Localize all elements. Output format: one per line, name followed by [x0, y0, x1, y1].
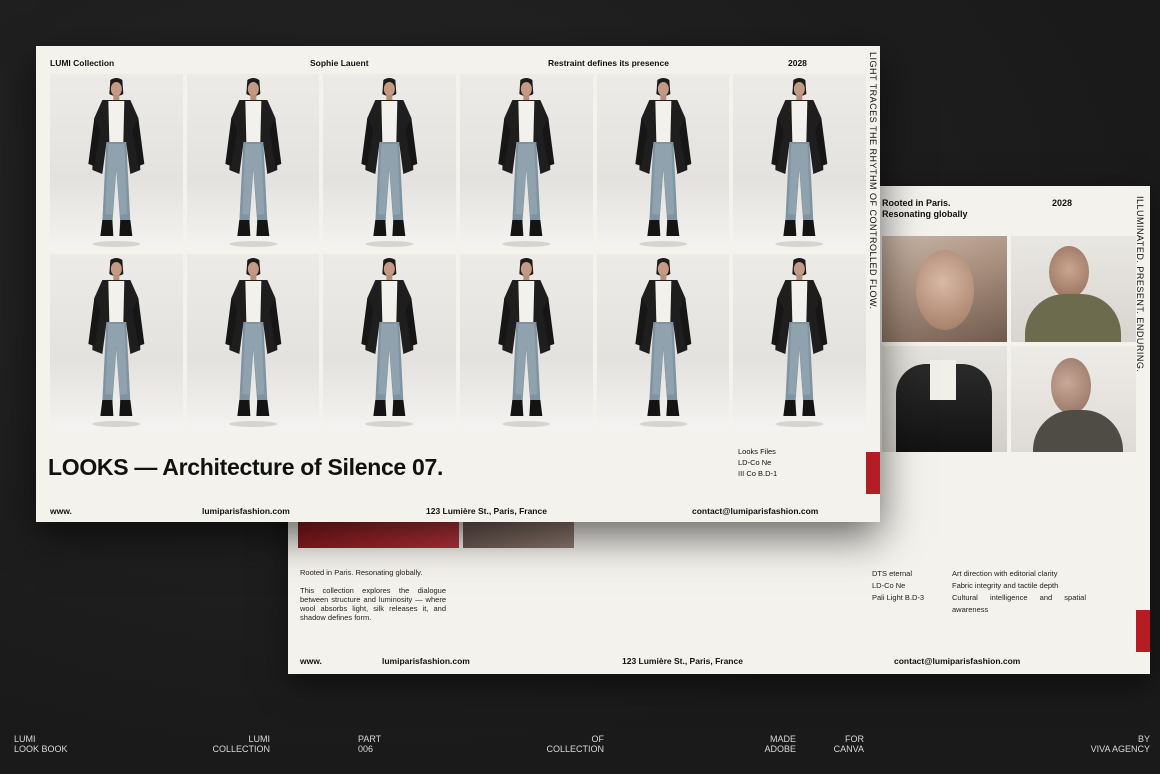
- footer-address: 123 Lumière St., Paris, France: [426, 506, 547, 516]
- intro-body: This collection explores the dialogue be…: [300, 586, 446, 622]
- look-photo: [50, 254, 183, 430]
- portrait-leather-jacket: [882, 346, 1007, 452]
- look-photo: [596, 254, 730, 430]
- model-figure: [498, 258, 555, 427]
- back-vertical-text: ILLUMINATED. PRESENT. ENDURING.: [1135, 196, 1145, 373]
- portrait-grid: [882, 236, 1136, 452]
- model-figure: [771, 78, 828, 247]
- model-figure: [224, 78, 281, 247]
- look-photo: [733, 74, 866, 250]
- caption-line: 006: [358, 744, 374, 754]
- caption-line: BY: [1137, 734, 1150, 744]
- footer-www: www.: [50, 506, 72, 516]
- spec-item: Pali Light B.D-3: [872, 593, 925, 602]
- caption-line: PART: [358, 734, 382, 744]
- caption-line: FOR: [845, 734, 864, 744]
- model-figure: [88, 258, 145, 427]
- footer-site-link[interactable]: lumiparisfashion.com: [382, 656, 470, 666]
- model-figure: [361, 258, 418, 427]
- spec-list: DTS eternal LD-Co Ne Pali Light B.D-3: [872, 568, 924, 604]
- footer-email-link[interactable]: contact@lumiparisfashion.com: [894, 656, 1020, 666]
- caption-line: LUMI: [14, 734, 36, 744]
- looks-grid: [50, 74, 866, 430]
- footer-www: www.: [300, 656, 322, 666]
- back-header-year: 2028: [1052, 198, 1073, 208]
- files-line: III Co B.D-1: [738, 469, 778, 478]
- files-line: LD-Co Ne: [738, 458, 772, 467]
- look-photo: [733, 254, 866, 430]
- front-header-year: 2028: [788, 58, 807, 68]
- caption-line: LOOK BOOK: [14, 744, 68, 754]
- looks-files: Looks Files LD-Co Ne III Co B.D-1: [738, 446, 777, 479]
- model-figure: [634, 78, 691, 247]
- caption-line: COLLECTION: [546, 744, 604, 754]
- caption-line: OF: [591, 734, 605, 744]
- portrait-profile: [1011, 346, 1136, 452]
- look-photo: [596, 74, 730, 250]
- look-photo: [50, 74, 183, 250]
- caption-part: PART 006: [358, 734, 381, 754]
- red-fabric-image: [298, 522, 459, 548]
- model-figure: [771, 258, 828, 427]
- spec-item: LD-Co Ne: [872, 581, 906, 590]
- note-item: Cultural intelligence and spatial awaren…: [952, 593, 1086, 614]
- page-title: LOOKS — Architecture of Silence 07.: [48, 454, 444, 480]
- back-header-tagline: Rooted in Paris. Resonating globally: [882, 198, 968, 219]
- spec-item: DTS eternal: [872, 569, 913, 578]
- caption-lumi-collection: LUMI COLLECTION: [210, 734, 270, 754]
- look-photo: [323, 254, 456, 430]
- files-heading: Looks Files: [738, 447, 776, 456]
- look-photo: [323, 74, 456, 250]
- look-photo: [186, 254, 320, 430]
- portrait-glasses: [1011, 236, 1136, 342]
- look-photo: [186, 74, 320, 250]
- front-header-tagline: Restraint defines its presence: [548, 58, 669, 68]
- front-page: LUMI Collection Sophie Lauent Restraint …: [36, 46, 880, 522]
- notes-list: Art direction with editorial clarity Fab…: [952, 568, 1086, 616]
- note-item: Fabric integrity and tactile depth: [952, 581, 1059, 590]
- front-vertical-text: LIGHT TRACES THE RHYTHM OF CONTROLLED FL…: [868, 52, 878, 310]
- caption-made-adobe: MADE ADOBE: [746, 734, 796, 754]
- footer-email-link[interactable]: contact@lumiparisfashion.com: [692, 506, 818, 516]
- caption-by-viva-agency: BY VIVA AGENCY: [1070, 734, 1150, 754]
- caption-line: CANVA: [833, 744, 864, 754]
- footer-site-link[interactable]: lumiparisfashion.com: [202, 506, 290, 516]
- front-header-designer: Sophie Lauent: [310, 58, 369, 68]
- model-figure: [634, 258, 691, 427]
- caption-of-collection: OF COLLECTION: [540, 734, 604, 754]
- brown-fabric-image: [462, 522, 574, 548]
- model-figure: [88, 78, 145, 247]
- portrait-freckles: [882, 236, 1007, 342]
- look-photo: [460, 74, 593, 250]
- caption-for-canva: FOR CANVA: [828, 734, 864, 754]
- image-strip: [298, 522, 574, 548]
- caption-line: ADOBE: [764, 744, 796, 754]
- intro-heading: Rooted in Paris. Resonating globally.: [300, 568, 423, 577]
- look-photo: [460, 254, 593, 430]
- model-figure: [224, 258, 281, 427]
- caption-line: COLLECTION: [212, 744, 270, 754]
- model-figure: [361, 78, 418, 247]
- caption-lumi-lookbook: LUMI LOOK BOOK: [14, 734, 68, 754]
- front-header-collection: LUMI Collection: [50, 58, 115, 68]
- note-item: Art direction with editorial clarity: [952, 569, 1058, 578]
- caption-line: VIVA AGENCY: [1090, 744, 1150, 754]
- caption-line: MADE: [769, 734, 796, 744]
- footer-address: 123 Lumière St., Paris, France: [622, 656, 743, 666]
- red-accent-tab: [1136, 610, 1150, 652]
- caption-line: LUMI: [248, 734, 270, 744]
- model-figure: [498, 78, 555, 247]
- red-accent-tab: [866, 452, 880, 494]
